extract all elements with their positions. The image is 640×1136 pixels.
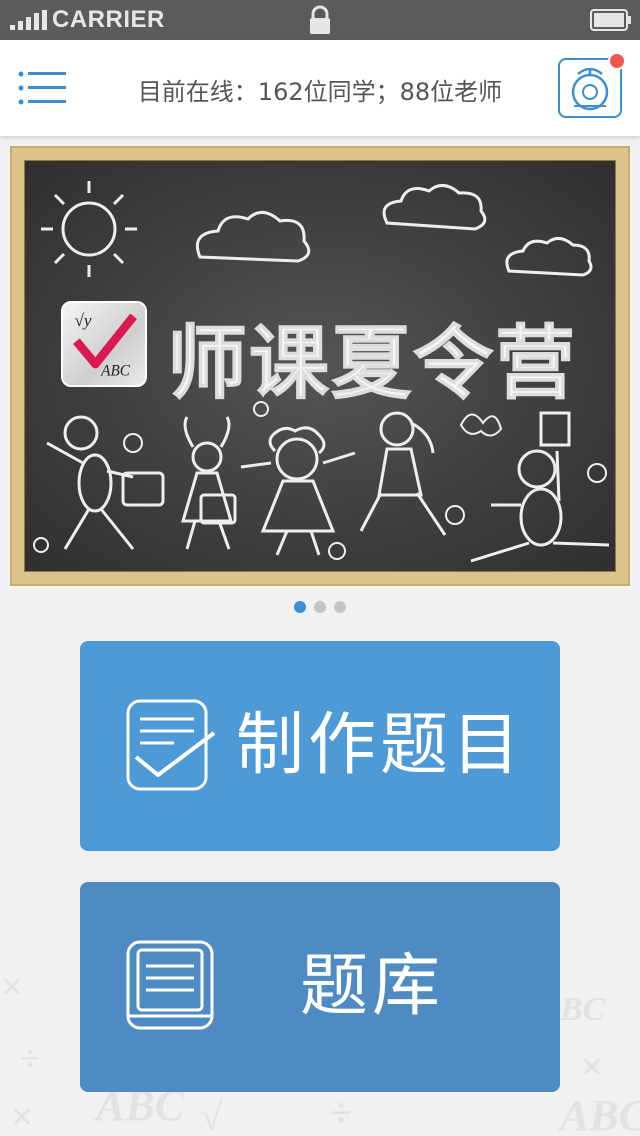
kids-drawing <box>46 411 610 563</box>
create-question-button[interactable]: 制作题目 <box>80 641 560 851</box>
pager-dot-1[interactable] <box>294 601 306 613</box>
pager-dot-3[interactable] <box>334 601 346 613</box>
svg-text:×: × <box>580 1044 603 1089</box>
svg-text:×: × <box>10 1094 33 1136</box>
battery-icon <box>590 9 631 31</box>
app-logo: ABC √y <box>61 301 147 387</box>
cloud-icon <box>195 184 593 277</box>
svg-text:√: √ <box>200 1094 223 1136</box>
svg-text:BC: BC <box>559 991 606 1028</box>
checklist-icon <box>126 699 216 791</box>
svg-text:×: × <box>0 964 23 1009</box>
app-header: 目前在线：162位同学；88位老师 <box>0 40 640 136</box>
svg-text:ABC: ABC <box>557 1091 640 1136</box>
online-count-text: 目前在线：162位同学；88位老师 <box>137 78 503 106</box>
question-bank-label: 题库 <box>300 947 445 1026</box>
promo-banner[interactable]: ABC √y 师课夏令营 <box>10 146 630 586</box>
create-question-label: 制作题目 <box>236 706 525 785</box>
hamburger-menu-icon[interactable] <box>18 70 68 106</box>
status-bar: CARRIER <box>0 0 640 40</box>
svg-text:÷: ÷ <box>20 1038 40 1078</box>
logo-text: ABC <box>100 362 131 379</box>
svg-text:÷: ÷ <box>330 1090 352 1135</box>
signal-icon <box>10 10 47 30</box>
pager-dot-2[interactable] <box>314 601 326 613</box>
banner-pager[interactable] <box>0 598 640 613</box>
svg-text:√y: √y <box>74 311 91 330</box>
chalkboard: ABC √y 师课夏令营 <box>24 160 616 572</box>
question-bank-button[interactable]: 题库 <box>80 882 560 1092</box>
book-icon <box>126 940 214 1030</box>
banner-title: 师课夏令营 <box>167 317 577 411</box>
lock-icon <box>310 5 330 34</box>
carrier-label: CARRIER <box>52 6 165 33</box>
flower-icons <box>33 401 607 560</box>
sun-icon <box>41 181 137 277</box>
notification-badge <box>608 52 626 70</box>
